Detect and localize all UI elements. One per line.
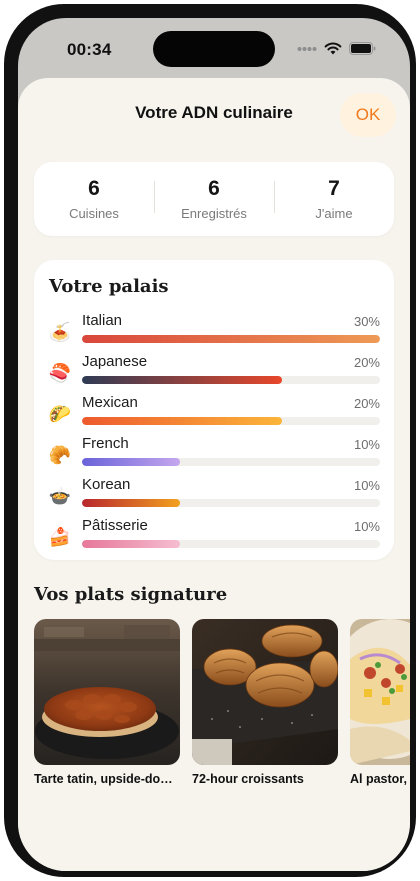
- stat-label: Cuisines: [69, 206, 119, 221]
- stat-value: 7: [328, 177, 340, 200]
- dish-card-tarte-tatin[interactable]: Tarte tatin, upside-down apple tart: [34, 619, 180, 786]
- cuisine-row-french: 🥐 French 10%: [48, 435, 380, 473]
- cuisine-percent: 20%: [353, 355, 380, 370]
- palate-title: Votre palais: [49, 276, 169, 297]
- cuisine-percent: 10%: [353, 519, 380, 534]
- stew-bowl-icon: 🍲: [48, 485, 72, 506]
- croissant-icon: 🥐: [48, 444, 72, 465]
- cuisine-bar-track: [82, 376, 380, 384]
- dish-card-croissants[interactable]: 72-hour croissants: [192, 619, 338, 786]
- stat-label: J'aime: [315, 206, 353, 221]
- palate-card: Votre palais 🍝 Italian 30% 🍣 Japanese 20…: [34, 260, 394, 560]
- al-pastor-photo: [350, 619, 410, 765]
- status-time: 00:34: [67, 40, 112, 59]
- signature-title: Vos plats signature: [34, 584, 228, 605]
- cuisine-name: Pâtisserie: [82, 517, 148, 534]
- dish-name: Al pastor, pineapple pork tacos: [350, 772, 410, 786]
- status-bar: 00:34: [18, 18, 410, 80]
- wifi-icon: [324, 42, 342, 55]
- croissants-photo: [192, 619, 338, 765]
- dish-name: 72-hour croissants: [192, 772, 304, 786]
- stat-cuisines: 6 Cuisines: [34, 177, 154, 221]
- cuisine-bar-track: [82, 335, 380, 343]
- cuisine-percent: 20%: [353, 396, 380, 411]
- cuisine-bar-fill: [82, 540, 181, 548]
- cellular-signal-icon: [297, 46, 317, 51]
- stat-saved: 6 Enregistrés: [154, 177, 274, 221]
- dish-name: Tarte tatin, upside-down apple tart: [34, 772, 180, 786]
- cuisine-percent: 10%: [353, 478, 380, 493]
- phone-frame: 00:34 Votre ADN culinaire OK 6 Cuisines …: [4, 4, 416, 877]
- battery-icon: [349, 42, 376, 55]
- cuisine-bar-fill: [82, 335, 380, 343]
- cuisine-name: Korean: [82, 476, 131, 493]
- cuisine-bar-track: [82, 417, 380, 425]
- stat-value: 6: [208, 177, 220, 200]
- tarte-tatin-photo: [34, 619, 180, 765]
- cuisine-row-italian: 🍝 Italian 30%: [48, 312, 380, 350]
- cuisine-bar-fill: [82, 458, 181, 466]
- cuisine-row-mexican: 🌮 Mexican 20%: [48, 394, 380, 432]
- cuisine-percent: 10%: [353, 437, 380, 452]
- cuisine-name: French: [82, 435, 129, 452]
- cuisine-row-japanese: 🍣 Japanese 20%: [48, 353, 380, 391]
- cuisine-bar-track: [82, 540, 380, 548]
- cuisine-bar-fill: [82, 499, 181, 507]
- signature-dish-carousel[interactable]: Tarte tatin, upside-down apple tart: [34, 619, 410, 809]
- cuisine-row-patisserie: 🍰 Pâtisserie 10%: [48, 517, 380, 555]
- dynamic-island: [153, 31, 275, 67]
- sushi-icon: 🍣: [48, 362, 72, 383]
- screen: 00:34 Votre ADN culinaire OK 6 Cuisines …: [18, 18, 410, 871]
- stat-likes: 7 J'aime: [274, 177, 394, 221]
- stat-label: Enregistrés: [181, 206, 247, 221]
- cuisine-bar-fill: [82, 376, 282, 384]
- cuisine-bar-fill: [82, 417, 282, 425]
- culinary-dna-sheet: Votre ADN culinaire OK 6 Cuisines 6 Enre…: [18, 78, 410, 871]
- taco-icon: 🌮: [48, 403, 72, 424]
- status-icons: [297, 42, 376, 55]
- ok-button[interactable]: OK: [340, 93, 396, 137]
- stats-card: 6 Cuisines 6 Enregistrés 7 J'aime: [34, 162, 394, 236]
- sheet-header: Votre ADN culinaire OK: [18, 78, 410, 152]
- cuisine-percent: 30%: [353, 314, 380, 329]
- spaghetti-icon: 🍝: [48, 321, 72, 342]
- cuisine-name: Italian: [82, 312, 123, 329]
- dish-card-al-pastor[interactable]: Al pastor, pineapple pork tacos: [350, 619, 410, 786]
- cuisine-name: Japanese: [82, 353, 148, 370]
- cuisine-bar-track: [82, 499, 380, 507]
- cuisine-row-korean: 🍲 Korean 10%: [48, 476, 380, 514]
- stat-value: 6: [88, 177, 100, 200]
- cuisine-bar-track: [82, 458, 380, 466]
- cuisine-name: Mexican: [82, 394, 138, 411]
- cake-slice-icon: 🍰: [48, 526, 72, 547]
